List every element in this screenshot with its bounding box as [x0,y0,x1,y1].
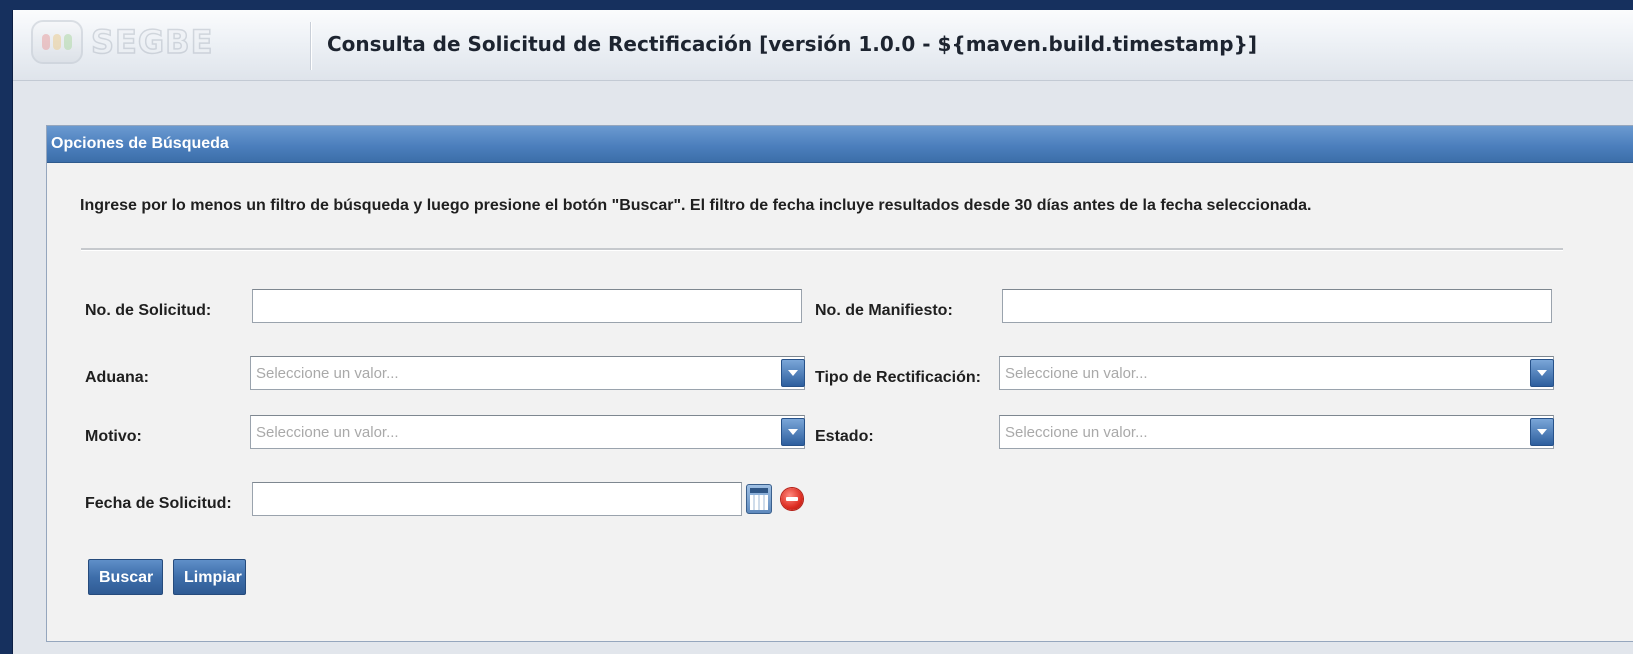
tipo-rectificacion-label: Tipo de Rectificación: [815,369,981,386]
manifiesto-input[interactable] [1003,290,1551,322]
logo-text: SEGBE [90,22,214,62]
fecha-label: Fecha de Solicitud: [85,495,232,512]
solicitud-field[interactable] [252,289,802,323]
app-header: SEGBE Consulta de Solicitud de Rectifica… [13,10,1633,81]
chevron-down-icon[interactable] [781,359,805,387]
search-options-panel: Opciones de Búsqueda Ingrese por lo meno… [46,125,1633,642]
divider [81,248,1563,251]
header-divider [310,22,311,70]
page-title: Consulta de Solicitud de Rectificación [… [327,32,1257,56]
aduana-label: Aduana: [85,369,149,386]
instructions-text: Ingrese por lo menos un filtro de búsque… [80,197,1312,214]
estado-placeholder: Seleccione un valor... [1005,424,1148,441]
chevron-down-icon[interactable] [1530,359,1554,387]
tipo-rectificacion-placeholder: Seleccione un valor... [1005,365,1148,382]
solicitud-input[interactable] [253,290,801,322]
app-logo: SEGBE [31,18,301,66]
panel-title: Opciones de Búsqueda [47,126,1633,163]
motivo-select[interactable]: Seleccione un valor... [250,415,805,449]
estado-label: Estado: [815,428,874,445]
aduana-placeholder: Seleccione un valor... [256,365,399,382]
calendar-icon[interactable] [746,484,772,514]
fecha-input[interactable] [253,483,741,515]
app-window: SEGBE Consulta de Solicitud de Rectifica… [12,10,1633,654]
limpiar-button[interactable]: Limpiar [173,559,246,595]
logo-mark-icon [31,20,83,64]
chevron-down-icon[interactable] [1530,418,1554,446]
chevron-down-icon[interactable] [781,418,805,446]
fecha-field[interactable] [252,482,742,516]
motivo-placeholder: Seleccione un valor... [256,424,399,441]
motivo-label: Motivo: [85,428,142,445]
solicitud-label: No. de Solicitud: [85,302,212,319]
clear-icon[interactable] [781,488,803,510]
estado-select[interactable]: Seleccione un valor... [999,415,1554,449]
manifiesto-field[interactable] [1002,289,1552,323]
tipo-rectificacion-select[interactable]: Seleccione un valor... [999,356,1554,390]
buscar-button[interactable]: Buscar [88,559,163,595]
aduana-select[interactable]: Seleccione un valor... [250,356,805,390]
manifiesto-label: No. de Manifiesto: [815,302,953,319]
